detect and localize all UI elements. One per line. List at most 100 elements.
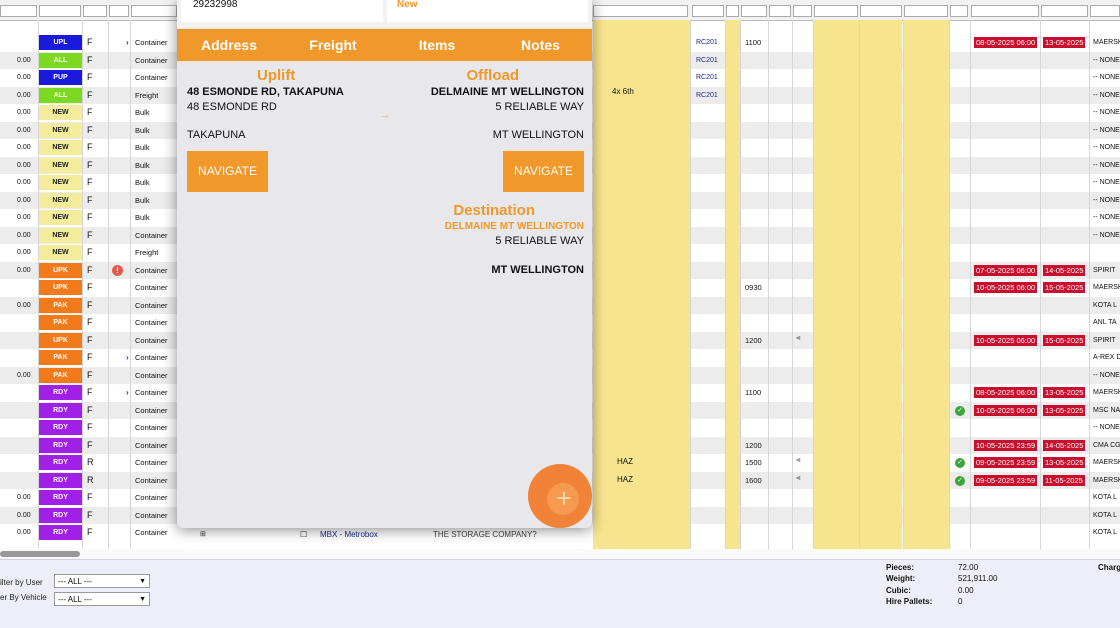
filter-cell[interactable] (109, 5, 129, 17)
destination-suburb: MT WELLINGTON (491, 264, 584, 276)
status-badge: UPL (39, 35, 82, 50)
job-type: Container (135, 265, 168, 275)
carrier-name: MSC NA (1093, 406, 1120, 414)
row-distance: 0.00 (17, 266, 31, 274)
date-start: 10-05-2025 06:00 (974, 404, 1038, 416)
freight-flag: F (87, 527, 93, 537)
carrier-name: MAERSK (1093, 476, 1120, 484)
yellow-column (593, 20, 690, 549)
carrier-name: ANL TA (1093, 319, 1117, 326)
filter-cell[interactable] (814, 5, 858, 17)
check-icon: ✓ (955, 458, 965, 468)
date-end: 13-05-2025 (1043, 37, 1086, 48)
filter-cell[interactable] (950, 5, 968, 17)
expand-icon[interactable]: ⊞ (200, 526, 206, 544)
filter-cell[interactable] (860, 5, 902, 17)
filter-cell[interactable] (593, 5, 688, 17)
job-number-field[interactable]: 29232998 (181, 0, 383, 22)
column-divider (1089, 20, 1090, 549)
plus-icon: + (556, 483, 572, 513)
status-badge: RDY (39, 420, 82, 435)
job-type: Container (135, 335, 168, 345)
carrier-name: -- NONE (1093, 371, 1120, 379)
filter-cell[interactable] (1041, 5, 1088, 17)
filter-cell[interactable] (39, 5, 81, 17)
filter-vehicle-select[interactable]: --- ALL --- ▼ (54, 592, 150, 606)
freight-flag: F (87, 89, 93, 100)
uplift-navigate-button[interactable]: NAVIGATE (187, 151, 268, 192)
filter-vehicle-value: --- ALL --- (58, 595, 92, 604)
alert-icon[interactable]: ! (112, 264, 123, 276)
row-distance: 0.00 (17, 74, 31, 81)
column-divider (130, 20, 131, 549)
filter-cell[interactable] (769, 5, 791, 17)
row-distance: 0.00 (17, 231, 31, 239)
filter-user-select[interactable]: --- ALL --- ▼ (54, 574, 150, 588)
date-end: 14-05-2025 (1043, 439, 1086, 451)
job-type: Bulk (135, 160, 150, 170)
job-type: Bulk (135, 143, 150, 152)
offload-navigate-button[interactable]: NAVIGATE (503, 151, 584, 192)
row-distance: 0.00 (17, 301, 31, 309)
scrollbar-thumb[interactable] (0, 551, 80, 557)
tab-notes[interactable]: Notes (489, 29, 592, 61)
column-divider (949, 20, 950, 549)
column-divider (1040, 20, 1041, 549)
status-badge: NEW (39, 122, 82, 138)
tab-items[interactable]: Items (385, 29, 489, 61)
route-code: RC201 (696, 74, 718, 81)
job-type: Freight (135, 248, 159, 257)
filter-cell[interactable] (0, 5, 37, 17)
modal-top-bar: 29232998 New (177, 0, 592, 28)
filter-cell[interactable] (904, 5, 948, 17)
filter-cell[interactable] (83, 5, 107, 17)
filter-cell[interactable] (131, 5, 177, 17)
link-marker-icon[interactable]: › (126, 349, 129, 367)
filter-user-label: ilter by User (0, 578, 43, 587)
filter-user-value: --- ALL --- (58, 577, 92, 586)
date-end: 14-05-2025 (1043, 264, 1086, 276)
tab-address[interactable]: Address (177, 29, 281, 61)
horizontal-scrollbar[interactable] (0, 549, 1120, 559)
row-checkbox[interactable]: ☐ (300, 526, 307, 544)
yellow-column (726, 20, 740, 549)
filter-cell[interactable] (692, 5, 724, 17)
job-note: 4x 6th (612, 87, 634, 96)
carrier-name: -- NONE (1093, 126, 1120, 134)
date-start: 10-05-2025 06:00 (974, 282, 1038, 293)
signature-icon[interactable]: ⫷ (796, 473, 801, 483)
filter-cell[interactable] (741, 5, 767, 17)
filter-cell[interactable] (726, 5, 739, 17)
carrier-name: -- NONE (1093, 196, 1120, 204)
filter-vehicle-label: er By Vehicle (0, 593, 47, 602)
carrier-name: -- NONE (1093, 56, 1120, 64)
offload-address-line2: 5 RELIABLE WAY (495, 101, 584, 113)
carrier-name: -- NONE (1093, 74, 1120, 81)
carrier-name: KOTA L (1093, 494, 1117, 501)
job-type: Container (135, 388, 168, 397)
link-marker-icon[interactable]: › (126, 34, 129, 52)
filter-cell[interactable] (793, 5, 812, 17)
freight-flag: F (87, 404, 93, 415)
tab-freight[interactable]: Freight (281, 29, 385, 61)
row-distance: 0.00 (17, 179, 31, 186)
job-status-field[interactable]: New (387, 0, 588, 22)
status-badge: NEW (39, 227, 82, 243)
freight-flag: F (87, 212, 93, 222)
signature-icon[interactable]: ⫷ (796, 455, 801, 465)
filter-cell[interactable] (971, 5, 1039, 17)
link-marker-icon[interactable]: › (126, 384, 129, 402)
carrier-name: -- NONE (1093, 91, 1120, 99)
pickup-time: 1200 (745, 440, 762, 450)
column-divider (108, 20, 109, 549)
status-badge: PAK (39, 297, 82, 313)
cubic-label: Cubic: (886, 586, 911, 595)
job-type: Container (135, 405, 168, 415)
signature-icon[interactable]: ⫷ (796, 333, 801, 343)
row-distance: 0.00 (17, 494, 31, 501)
filter-cell[interactable] (1090, 5, 1120, 17)
arrow-right-icon: → (380, 110, 390, 121)
dropdown-arrow-icon: ▼ (139, 578, 146, 585)
column-divider (859, 20, 860, 549)
job-type: Container (135, 475, 168, 485)
